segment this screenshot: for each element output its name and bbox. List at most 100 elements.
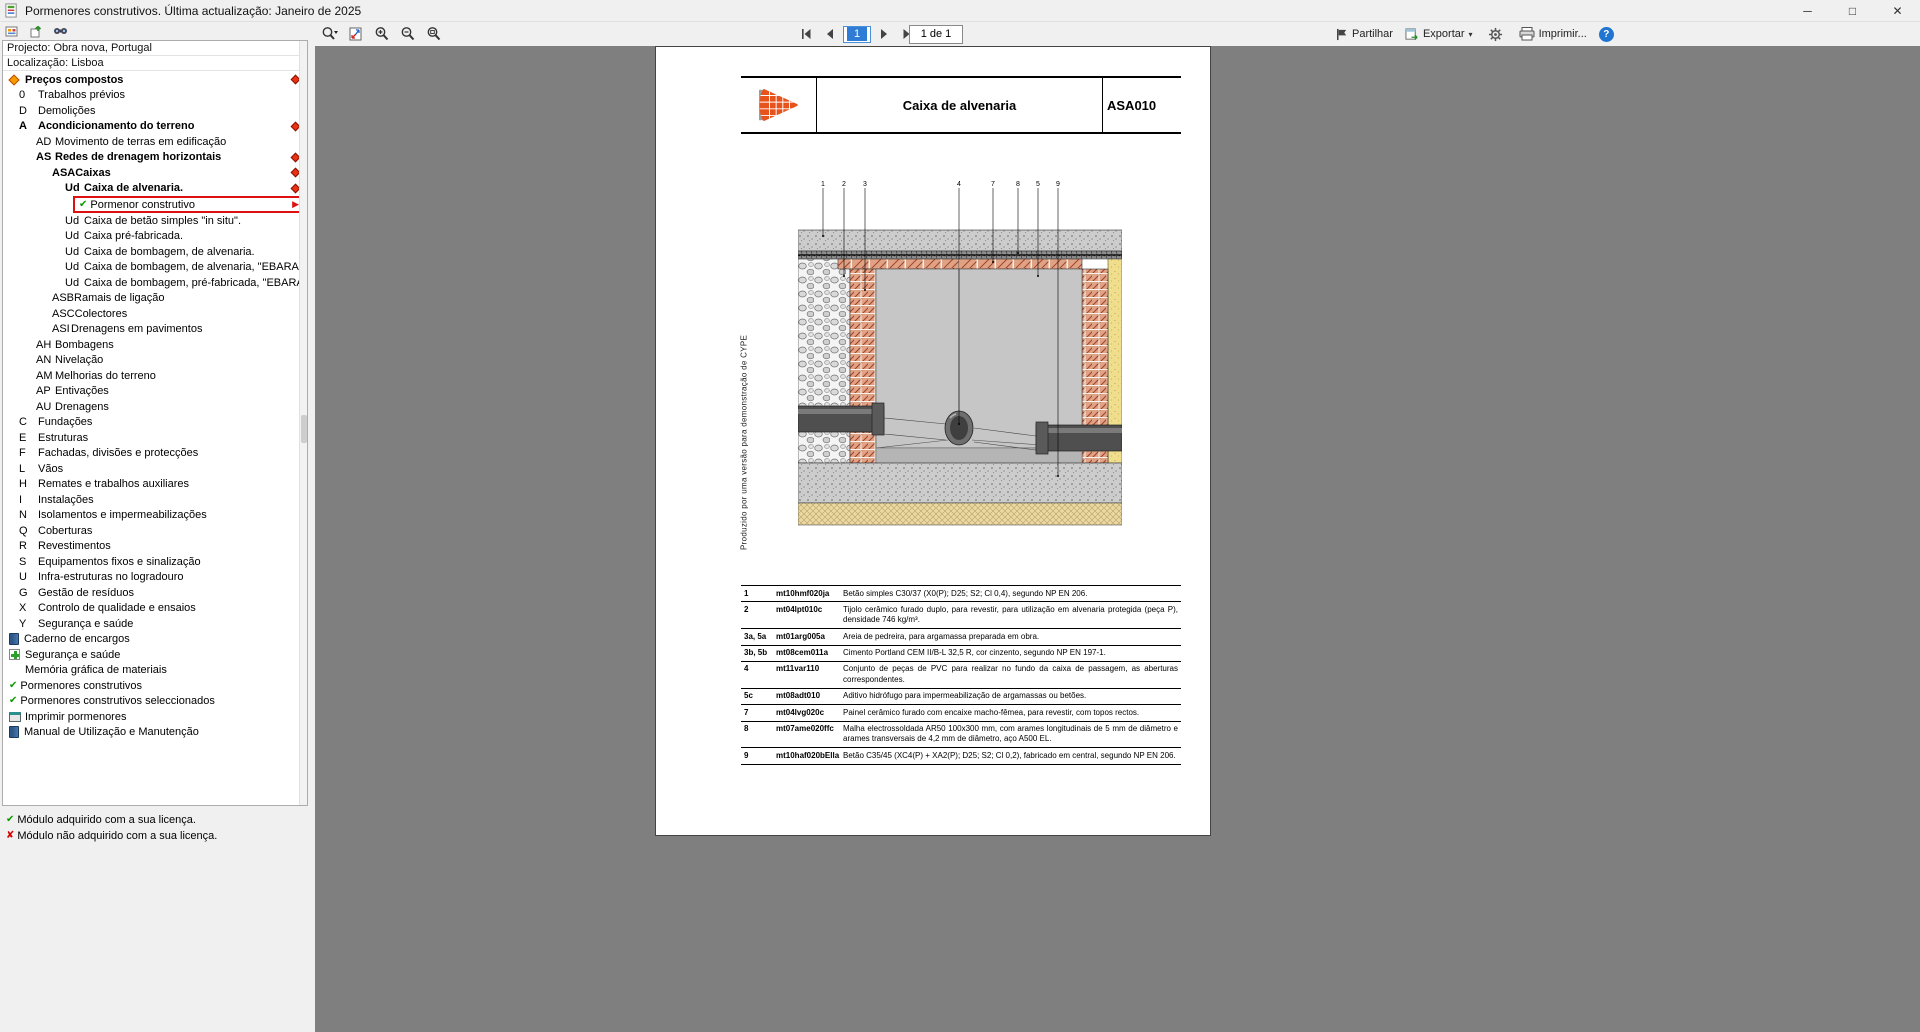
first-page-button[interactable]	[795, 24, 817, 44]
tree-item[interactable]: Imprimir pormenores	[3, 709, 307, 725]
tree-item[interactable]: AMMelhorias do terreno	[3, 368, 307, 384]
tree-item[interactable]: ASACaixas	[3, 165, 307, 181]
tree-item[interactable]: CFundações	[3, 415, 307, 431]
tree-item[interactable]: FFachadas, divisões e protecções	[3, 446, 307, 462]
tree-item[interactable]: ASRedes de drenagem horizontais	[3, 150, 307, 166]
material-row: 3b, 5bmt08cem011aCimento Portland CEM II…	[741, 646, 1181, 662]
tree-item[interactable]: UdCaixa de bombagem, de alvenaria, "EBAR…	[3, 260, 307, 276]
tree-item-prefix: Ud	[65, 215, 84, 227]
material-ref: 4	[741, 662, 774, 688]
tree-item[interactable]: Manual de Utilização e Manutenção	[3, 725, 307, 741]
tree-item-label: Acondicionamento do terreno	[38, 120, 194, 132]
tree-item[interactable]: ADMovimento de terras em edificação	[3, 134, 307, 150]
tree-item-label: Caixa de alvenaria.	[84, 182, 183, 194]
tree-item[interactable]: EEstruturas	[3, 430, 307, 446]
technical-drawing: 12347859	[798, 178, 1122, 528]
tree-item-prefix: Q	[19, 525, 38, 537]
tree-item[interactable]: DDemolições	[3, 103, 307, 119]
tree: Preços compostos0Trabalhos préviosDDemol…	[3, 71, 307, 740]
material-description: Malha electrossoldada AR50 100x300 mm, c…	[840, 722, 1181, 748]
fit-page-button[interactable]	[345, 24, 367, 44]
tree-item[interactable]: UdCaixa pré-fabricada.	[3, 229, 307, 245]
tree-item[interactable]: LVãos	[3, 461, 307, 477]
tree-item[interactable]: 0Trabalhos prévios	[3, 88, 307, 104]
tree-item[interactable]: ✔Pormenor construtivo▶	[73, 196, 304, 213]
tree-item[interactable]: UdCaixa de alvenaria.	[3, 181, 307, 197]
callout-number: 1	[821, 181, 825, 188]
tree-item[interactable]: XControlo de qualidade e ensaios	[3, 601, 307, 617]
material-ref: 8	[741, 722, 774, 748]
check-icon: ✔	[6, 815, 14, 825]
share-button[interactable]: Partilhar	[1335, 28, 1393, 41]
tree-item-label: Caixa de bombagem, pré-fabricada, "EBARA…	[84, 277, 308, 289]
tree-item[interactable]: ANNivelação	[3, 353, 307, 369]
material-description: Painel cerâmico furado com encaixe macho…	[840, 705, 1181, 720]
settings-button[interactable]	[1485, 24, 1507, 44]
tree-item[interactable]: GGestão de resíduos	[3, 585, 307, 601]
next-page-button[interactable]	[873, 24, 895, 44]
book-blue-icon	[9, 633, 19, 645]
tree-item-prefix: Ud	[65, 182, 84, 194]
tree-item[interactable]: ASBRamais de ligação	[3, 291, 307, 307]
tree-item-prefix: AP	[36, 385, 55, 397]
previous-page-button[interactable]	[819, 24, 841, 44]
tree-item[interactable]: UdCaixa de bombagem, pré-fabricada, "EBA…	[3, 275, 307, 291]
flag-icon	[1335, 28, 1348, 41]
tree-item-prefix: G	[19, 587, 38, 599]
zoom-window-button[interactable]	[423, 24, 445, 44]
tree-item[interactable]: AHBombagens	[3, 337, 307, 353]
tree-item[interactable]: ✔Pormenores construtivos	[3, 678, 307, 694]
zoom-mode-button[interactable]	[319, 24, 341, 44]
close-button[interactable]: ✕	[1875, 0, 1920, 21]
tree-item[interactable]: UInfra-estruturas no logradouro	[3, 570, 307, 586]
tree-item[interactable]: ASIDrenagens em pavimentos	[3, 322, 307, 338]
zoom-out-button[interactable]	[397, 24, 419, 44]
tree-item-label: Demolições	[38, 105, 95, 117]
material-description: Tijolo cerâmico furado duplo, para reves…	[840, 602, 1181, 628]
tree-item[interactable]: APEntivações	[3, 384, 307, 400]
tree-item[interactable]: NIsolamentos e impermeabilizações	[3, 508, 307, 524]
tree-item-label: Coberturas	[38, 525, 92, 537]
document-page: Caixa de alvenaria ASA010	[655, 46, 1211, 836]
send-export-button[interactable]	[28, 24, 44, 39]
tree-item[interactable]: UdCaixa de bombagem, de alvenaria.	[3, 244, 307, 260]
tree-item-label: Memória gráfica de materiais	[25, 664, 167, 676]
print-button[interactable]: Imprimir...	[1519, 27, 1587, 41]
tree-item-label: Caixa de bombagem, de alvenaria, "EBARA"…	[84, 261, 306, 273]
tree-item[interactable]: QCoberturas	[3, 523, 307, 539]
help-icon[interactable]: ?	[1599, 27, 1614, 42]
tree-item[interactable]: Memória gráfica de materiais	[3, 663, 307, 679]
tree-item[interactable]: Caderno de encargos	[3, 632, 307, 648]
tree-item[interactable]: YSegurança e saúde	[3, 616, 307, 632]
tree-item[interactable]: ASCColectores	[3, 306, 307, 322]
tree-item-prefix: U	[19, 571, 38, 583]
export-button[interactable]: Exportar ▾	[1405, 28, 1473, 41]
book-blue-icon	[9, 726, 19, 738]
search-icon[interactable]	[52, 24, 68, 39]
maximize-button[interactable]: □	[1830, 0, 1875, 21]
tree-item-prefix: AU	[36, 401, 55, 413]
tree-item-label: Entivações	[55, 385, 109, 397]
sidebar-scrollbar[interactable]	[299, 41, 307, 805]
tree-item[interactable]: Segurança e saúde	[3, 647, 307, 663]
configuration-button[interactable]	[4, 24, 20, 39]
document-viewer[interactable]: Caixa de alvenaria ASA010	[315, 46, 1920, 1032]
zoom-in-button[interactable]	[371, 24, 393, 44]
tree-item-prefix: ASB	[52, 292, 74, 304]
material-description: Betão simples C30/37 (X0(P); D25; S2; Cl…	[840, 586, 1181, 601]
tree-item[interactable]: AAcondicionamento do terreno	[3, 119, 307, 135]
minimize-button[interactable]: ─	[1785, 0, 1830, 21]
app-icon	[4, 3, 19, 18]
page-number-input[interactable]: 1	[843, 26, 871, 43]
tree-item[interactable]: AUDrenagens	[3, 399, 307, 415]
tree-item[interactable]: UdCaixa de betão simples "in situ".	[3, 213, 307, 229]
share-label: Partilhar	[1352, 28, 1393, 40]
tree-item[interactable]: IInstalações	[3, 492, 307, 508]
callout-number: 9	[1056, 181, 1060, 188]
tree-item[interactable]: ✔Pormenores construtivos seleccionados	[3, 694, 307, 710]
tree-item[interactable]: HRemates e trabalhos auxiliares	[3, 477, 307, 493]
tree-item[interactable]: RRevestimentos	[3, 539, 307, 555]
tree-item[interactable]: Preços compostos	[3, 72, 307, 88]
sidebar-scrollbar-thumb[interactable]	[301, 415, 307, 443]
tree-item[interactable]: SEquipamentos fixos e sinalização	[3, 554, 307, 570]
